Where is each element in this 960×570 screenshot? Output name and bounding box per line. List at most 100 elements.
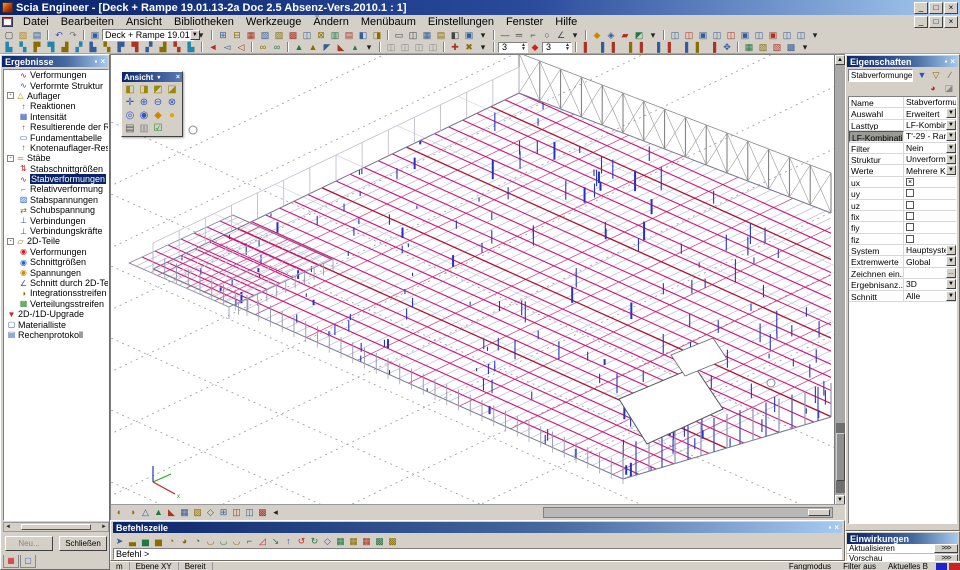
cmd-15-icon[interactable]: ↻ <box>308 535 321 547</box>
cmd-10-icon[interactable]: ⌐ <box>243 535 256 547</box>
chevron-down-icon[interactable]: ▼ <box>946 165 956 175</box>
result-10-icon[interactable]: ▜ <box>128 42 142 53</box>
results-tab-icon[interactable]: ▦ <box>3 555 19 568</box>
line-tool-icon[interactable]: — <box>498 30 512 41</box>
undo-icon[interactable]: ↶ <box>52 30 66 41</box>
vscroll-thumb[interactable] <box>836 433 845 481</box>
plane-2-icon[interactable]: ◫ <box>398 42 412 53</box>
chevron-down-icon[interactable]: ▼ <box>946 279 956 289</box>
result-14-icon[interactable]: ▙ <box>184 42 198 53</box>
window-5-icon[interactable]: ◫ <box>724 30 738 41</box>
menu-hilfe[interactable]: Hilfe <box>549 15 583 29</box>
menu-bibliotheken[interactable]: Bibliotheken <box>168 15 240 29</box>
property-row-auswahl[interactable]: AuswahlErweitert▼ <box>849 108 956 119</box>
window-more-icon[interactable]: ▾ <box>808 30 822 41</box>
project-combo[interactable]: Deck + Rampe 19.01▼ <box>102 29 194 41</box>
tree-item-spannungen[interactable]: ◉Spannungen <box>4 267 108 277</box>
tree-item-relativverformung[interactable]: ⌐Relativverformung <box>4 184 108 194</box>
close-icon[interactable]: × <box>176 74 180 81</box>
close-icon[interactable]: × <box>950 58 955 66</box>
window-1-icon[interactable]: ◫ <box>668 30 682 41</box>
property-row-struktur[interactable]: StrukturUnverformt▼ <box>849 154 956 165</box>
bar-2-icon[interactable]: ▐ <box>594 42 608 53</box>
window-9-icon[interactable]: ◫ <box>780 30 794 41</box>
layout-1-icon[interactable]: ◫ <box>230 507 243 519</box>
result-7-icon[interactable]: ▙ <box>86 42 100 53</box>
save-icon[interactable]: ▤ <box>30 30 44 41</box>
hscroll-thumb[interactable] <box>808 509 830 516</box>
cmd-16-icon[interactable]: ◇ <box>321 535 334 547</box>
property-row-name[interactable]: NameStabverformungen <box>849 97 956 108</box>
chevron-down-icon[interactable]: ▼ <box>946 154 956 164</box>
tree-item-schnittgr-en[interactable]: ◉Schnittgrößen <box>4 257 108 267</box>
new-file-icon[interactable]: ▢ <box>2 30 16 41</box>
select-2-icon[interactable]: ◅ <box>220 42 234 53</box>
property-row-uy[interactable]: uy <box>849 188 956 199</box>
tool-1-icon[interactable]: ▲ <box>292 42 306 53</box>
rect-tool-icon[interactable]: ⌐ <box>526 30 540 41</box>
mdi-close-button[interactable]: × <box>944 16 958 28</box>
close-button[interactable]: × <box>944 2 958 14</box>
bar-9-icon[interactable]: ▌ <box>692 42 706 53</box>
filter-icon[interactable]: ▼ <box>915 70 929 81</box>
status-fangmodus[interactable]: Fangmodus <box>783 562 837 570</box>
project-4-icon[interactable]: ▧ <box>258 30 272 41</box>
project-11-icon[interactable]: ◧ <box>356 30 370 41</box>
checkbox-ux[interactable]: × <box>906 178 914 186</box>
modify-2-icon[interactable]: ◈ <box>604 30 618 41</box>
tree-horizontal-scrollbar[interactable]: ◄ ► <box>3 522 109 532</box>
property-row-extremwerte[interactable]: ExtremwerteGlobal▼ <box>849 256 956 267</box>
property-row-ergebnisanz-[interactable]: Ergebnisanz...3D▼ <box>849 279 956 290</box>
cmd-8-icon[interactable]: ◡ <box>217 535 230 547</box>
tree-item-verformungen[interactable]: ∿Verformungen <box>4 70 108 80</box>
zoom-fit-icon[interactable]: ◎ <box>123 109 137 122</box>
tree-item-integrationsstreifen[interactable]: ◑Integrationsstreifen <box>4 288 108 298</box>
property-row-zeichnen-ein-[interactable]: Zeichnen ein...… <box>849 268 956 279</box>
link-2-icon[interactable]: ∞ <box>270 42 284 53</box>
result-8-icon[interactable]: ▚ <box>100 42 114 53</box>
status-aktuelles-b[interactable]: Aktuelles B <box>882 562 934 570</box>
chevron-down-icon[interactable]: ▼ <box>946 120 956 130</box>
document-tab-icon[interactable]: ▢ <box>20 555 36 568</box>
gallery-icon[interactable]: ▤ <box>434 30 448 41</box>
pin-icon[interactable]: ▪ <box>94 58 97 66</box>
command-input[interactable]: Befehl > <box>113 548 842 560</box>
tree-item-schnitt-durch-2d-teil[interactable]: ∠Schnitt durch 2D-Teil <box>4 278 108 288</box>
tree-item-stabspannungen[interactable]: ▨Stabspannungen <box>4 195 108 205</box>
result-11-icon[interactable]: ▞ <box>142 42 156 53</box>
circle-tool-icon[interactable]: ○ <box>540 30 554 41</box>
zoom-in-icon[interactable]: ⊕ <box>137 96 151 109</box>
checkbox-fiy[interactable] <box>906 223 914 231</box>
project-2-icon[interactable]: ⊟ <box>230 30 244 41</box>
fly-more-icon[interactable]: ▾ <box>476 42 490 53</box>
project-7-icon[interactable]: ◫ <box>300 30 314 41</box>
chevron-down-icon[interactable]: ▼ <box>946 131 956 141</box>
pie-chart-icon[interactable]: ◕ <box>926 83 940 94</box>
pin-icon[interactable]: ▪ <box>944 58 947 66</box>
front-view-icon[interactable]: ◣ <box>165 507 178 519</box>
bar-6-icon[interactable]: ▐ <box>650 42 664 53</box>
fly-2-icon[interactable]: ✖ <box>462 42 476 53</box>
tree-item-st-be[interactable]: -═Stäbe <box>4 153 108 163</box>
tree-item-materialliste[interactable]: ▢Materialliste <box>4 319 108 329</box>
view-iso-4-icon[interactable]: ◪ <box>165 83 179 96</box>
property-row-werte[interactable]: WerteMehrere Kompo▼ <box>849 165 956 176</box>
expander-icon[interactable]: - <box>7 238 14 245</box>
print-icon[interactable]: ▭ <box>392 30 406 41</box>
scroll-thumb[interactable] <box>21 524 91 530</box>
polyline-tool-icon[interactable]: ═ <box>512 30 526 41</box>
window-6-icon[interactable]: ▣ <box>738 30 752 41</box>
tool-3-icon[interactable]: ◤ <box>320 42 334 53</box>
tree-item-2d-teile[interactable]: -▱2D-Teile <box>4 236 108 246</box>
viewport-horizontal-scrollbar[interactable] <box>543 507 833 518</box>
move-icon-icon[interactable]: ✥ <box>720 42 734 53</box>
fly-1-icon[interactable]: ✚ <box>448 42 462 53</box>
spin-level-1[interactable]: 3▲▼ <box>498 42 528 53</box>
gen-1-icon[interactable]: ◐ <box>113 507 126 519</box>
tool-more-icon[interactable]: ▾ <box>362 42 376 53</box>
view-iso-3-icon[interactable]: ◩ <box>151 83 165 96</box>
close-icon[interactable]: × <box>100 58 105 66</box>
property-row-lasttyp[interactable]: LasttypLF-Kombinatione▼ <box>849 120 956 131</box>
plane-1-icon[interactable]: ◫ <box>384 42 398 53</box>
level-icon-icon[interactable]: ◆ <box>528 42 542 53</box>
